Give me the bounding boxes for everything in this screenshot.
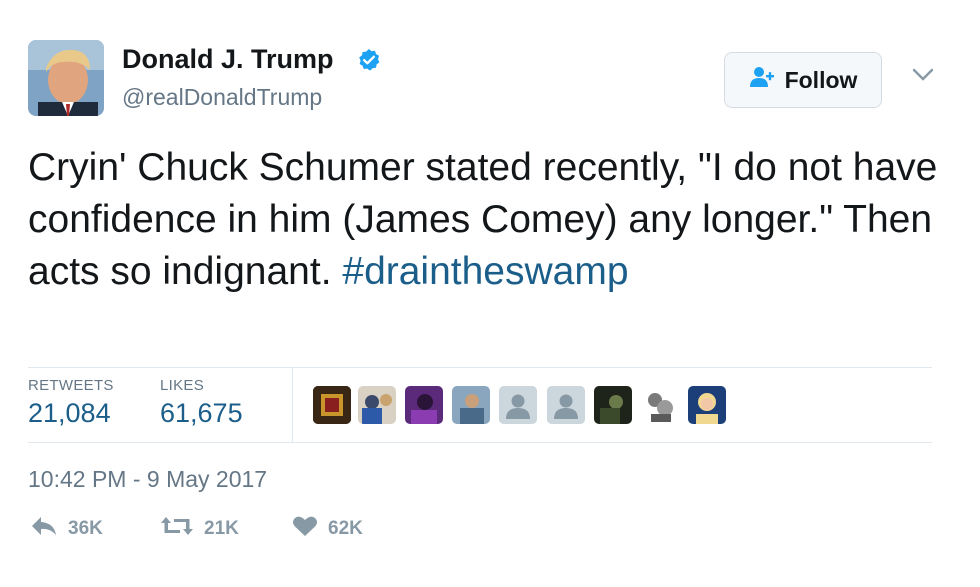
likes-value: 61,675 <box>160 398 243 428</box>
likes-label: LIKES <box>160 377 205 394</box>
retweets-label: RETWEETS <box>28 377 114 394</box>
liker-avatar[interactable] <box>358 386 396 424</box>
tweet-text: Cryin' Chuck Schumer stated recently, "I… <box>28 142 948 298</box>
retweet-icon <box>160 515 194 543</box>
author-name[interactable]: Donald J. Trump <box>122 44 334 75</box>
stats-separator <box>292 368 293 442</box>
follow-button-label: Follow <box>784 66 858 93</box>
liker-avatar[interactable] <box>452 386 490 424</box>
liker-avatar[interactable] <box>688 386 726 424</box>
default-profile-icon[interactable] <box>499 386 537 424</box>
liker-avatar[interactable] <box>405 386 443 424</box>
retweets-value: 21,084 <box>28 398 111 428</box>
chevron-down-icon[interactable] <box>912 68 934 82</box>
liker-avatar[interactable] <box>641 386 679 424</box>
follow-person-icon <box>749 66 775 94</box>
reply-icon <box>30 515 58 543</box>
verified-badge-icon <box>357 48 381 72</box>
stats-top-divider <box>28 367 932 368</box>
retweet-button[interactable]: 21K <box>160 515 239 543</box>
like-button[interactable]: 62K <box>292 515 363 543</box>
likes-stat[interactable]: LIKES 61,675 <box>160 377 243 429</box>
reply-count: 36K <box>68 518 103 539</box>
author-handle[interactable]: @realDonaldTrump <box>122 84 322 111</box>
liker-avatar[interactable] <box>594 386 632 424</box>
reply-button[interactable]: 36K <box>30 515 103 543</box>
follow-button[interactable]: Follow <box>724 52 882 108</box>
heart-icon <box>292 515 318 543</box>
retweet-count: 21K <box>204 518 239 539</box>
author-avatar[interactable] <box>28 40 104 116</box>
liker-avatar[interactable] <box>313 386 351 424</box>
retweets-stat[interactable]: RETWEETS 21,084 <box>28 377 114 429</box>
like-count: 62K <box>328 518 363 539</box>
hashtag-link[interactable]: #draintheswamp <box>342 250 628 293</box>
default-profile-icon[interactable] <box>547 386 585 424</box>
tweet-timestamp[interactable]: 10:42 PM - 9 May 2017 <box>28 466 267 493</box>
stats-bottom-divider <box>28 442 932 443</box>
